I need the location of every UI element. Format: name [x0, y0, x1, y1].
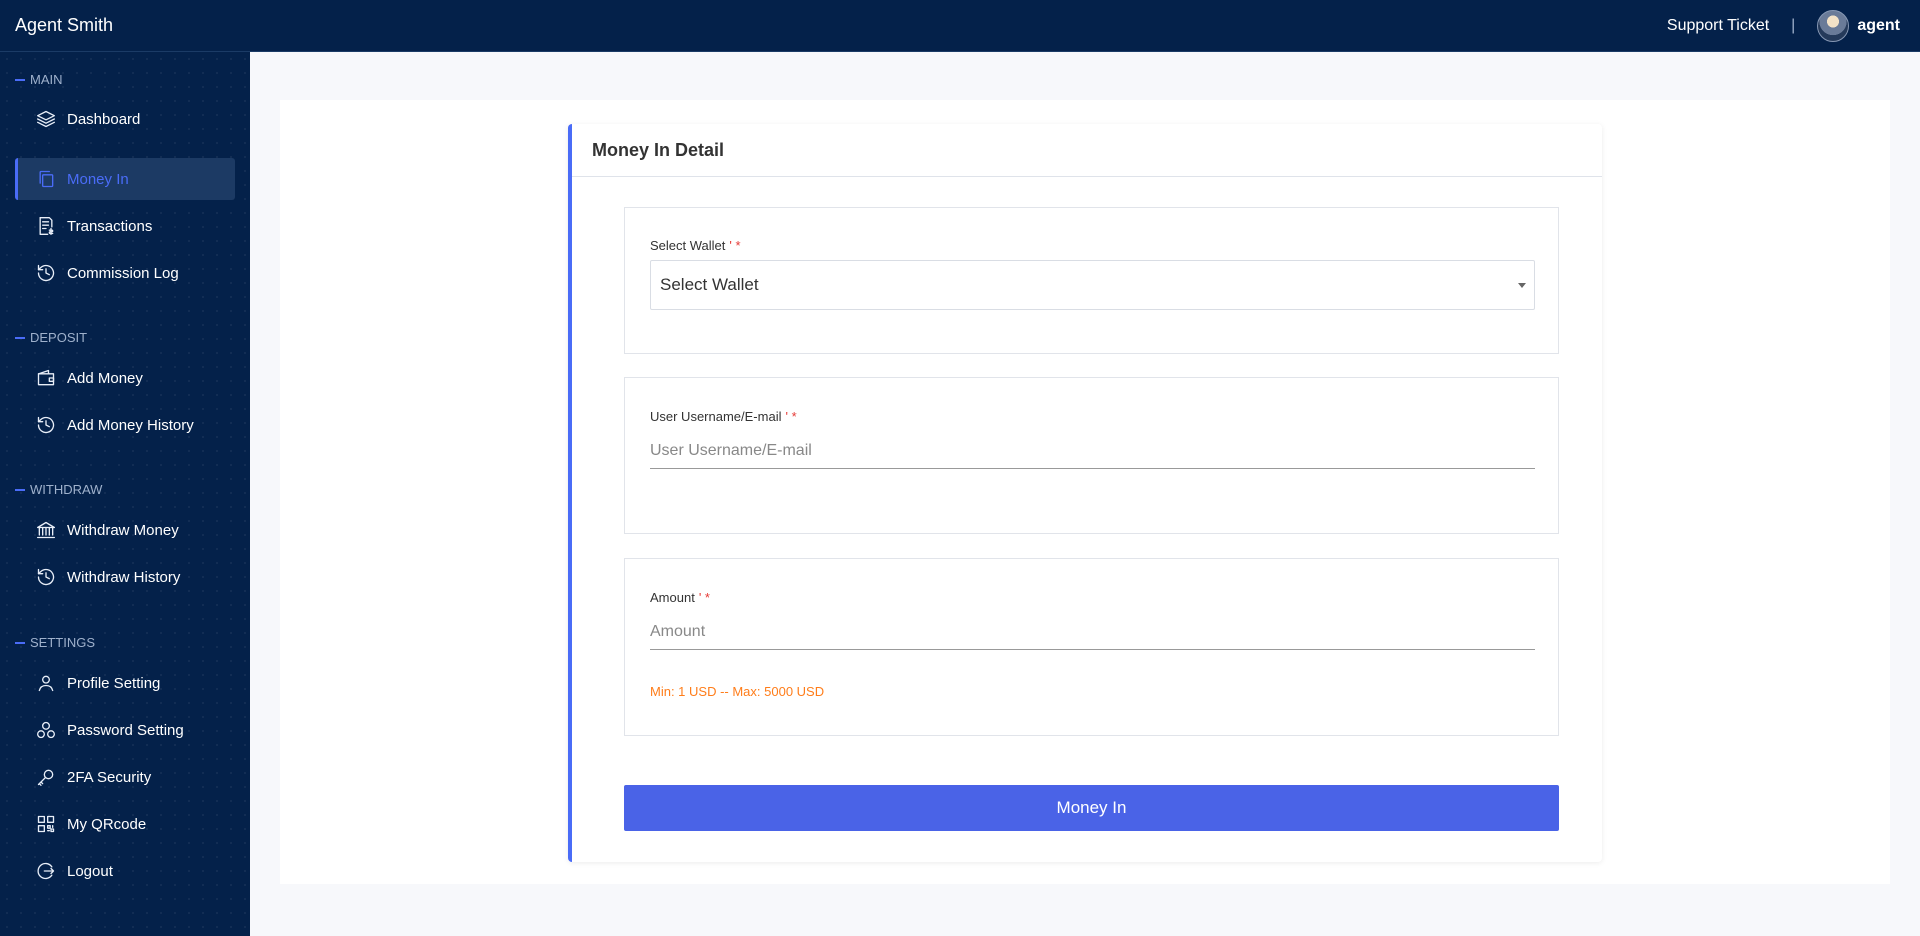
required-mark: ' *	[729, 238, 741, 253]
logout-icon	[35, 860, 57, 882]
sidebar-item-label: Dashboard	[67, 110, 141, 128]
caret-down-icon	[1518, 283, 1526, 288]
top-navbar: Agent Smith Support Ticket | agent	[0, 0, 1920, 52]
user-icon	[35, 672, 57, 694]
sidebar-item-my-qrcode[interactable]: My QRcode	[15, 803, 235, 845]
avatar[interactable]	[1817, 10, 1850, 42]
history-icon	[35, 566, 57, 588]
sidebar-item-label: Transactions	[67, 217, 153, 235]
sidebar-item-password-setting[interactable]: Password Setting	[15, 709, 235, 751]
sidebar-item-label: Commission Log	[67, 264, 179, 282]
sidebar-item-label: Add Money History	[67, 416, 194, 434]
sidebar-item-add-money[interactable]: Add Money	[15, 357, 235, 399]
receipt-icon	[35, 215, 57, 237]
key-icon	[35, 766, 57, 788]
sidebar-item-commission-log[interactable]: Commission Log	[15, 252, 235, 294]
sidebar-item-label: Withdraw History	[67, 568, 181, 586]
sidebar-section-main: MAIN	[15, 72, 63, 87]
top-right-menu: Support Ticket | agent	[1667, 0, 1900, 52]
user-label: User Username/E-mail ' *	[650, 409, 797, 424]
sidebar-item-logout[interactable]: Logout	[15, 850, 235, 892]
amount-label: Amount ' *	[650, 590, 710, 605]
section-label: SETTINGS	[30, 635, 96, 650]
section-label: DEPOSIT	[30, 330, 88, 345]
copy-icon	[35, 168, 57, 190]
circles-icon	[35, 719, 57, 741]
sidebar-item-label: Withdraw Money	[67, 521, 179, 539]
sidebar-section-deposit: DEPOSIT	[15, 330, 87, 345]
history-icon	[35, 414, 57, 436]
section-dash	[15, 78, 25, 81]
sidebar-item-money-in[interactable]: Money In	[15, 158, 235, 200]
section-label: WITHDRAW	[30, 482, 103, 497]
amount-label-text: Amount	[650, 590, 695, 605]
separator: |	[1791, 17, 1796, 34]
sidebar-item-label: Logout	[67, 862, 113, 880]
sidebar-item-add-money-history[interactable]: Add Money History	[15, 404, 235, 446]
sidebar-item-dashboard[interactable]: Dashboard	[15, 98, 235, 140]
sidebar: MAIN Dashboard Money In Transactions Com…	[0, 52, 250, 936]
bank-icon	[35, 519, 57, 541]
wallet-select-value: Select Wallet	[660, 275, 759, 294]
wallet-field-group: Select Wallet ' * Select Wallet	[624, 207, 1559, 354]
section-dash	[15, 336, 25, 339]
history-icon	[35, 262, 57, 284]
amount-limit-hint: Min: 1 USD -- Max: 5000 USD	[650, 684, 825, 699]
sidebar-item-transactions[interactable]: Transactions	[15, 205, 235, 247]
card-divider	[572, 176, 1602, 177]
section-label: MAIN	[30, 72, 63, 87]
wallet-label: Select Wallet ' *	[650, 238, 741, 253]
support-ticket-link[interactable]: Support Ticket	[1667, 17, 1769, 35]
brand-name[interactable]: Agent Smith	[15, 0, 113, 50]
money-in-form-card: Money In Detail Select Wallet ' * Select …	[568, 124, 1602, 862]
sidebar-item-withdraw-history[interactable]: Withdraw History	[15, 556, 235, 598]
sidebar-item-label: 2FA Security	[67, 768, 152, 786]
sidebar-section-withdraw: WITHDRAW	[15, 482, 102, 497]
sidebar-item-label: Add Money	[67, 369, 143, 387]
wallet-select[interactable]: Select Wallet	[650, 260, 1535, 310]
user-label-text: User Username/E-mail	[650, 409, 782, 424]
money-in-button[interactable]: Money In	[624, 785, 1559, 831]
sidebar-item-label: Money In	[67, 170, 129, 188]
card-title: Money In Detail	[592, 140, 725, 160]
sidebar-item-label: My QRcode	[67, 815, 147, 833]
layers-icon	[35, 108, 57, 130]
required-mark: ' *	[785, 409, 797, 424]
amount-field-group: Amount' * Min: 1 USD -- Max: 5000 USD	[624, 558, 1559, 736]
sidebar-section-settings: SETTINGS	[15, 635, 95, 650]
username-email-input[interactable]	[650, 433, 1535, 469]
wallet-label-text: Select Wallet	[650, 238, 726, 253]
sidebar-item-label: Profile Setting	[67, 674, 161, 692]
sidebar-item-label: Password Setting	[67, 721, 184, 739]
user-menu-name[interactable]: agent	[1857, 17, 1900, 35]
qrcode-icon	[35, 813, 57, 835]
sidebar-item-profile-setting[interactable]: Profile Setting	[15, 662, 235, 704]
amount-input[interactable]	[650, 614, 1535, 650]
sidebar-item-2fa-security[interactable]: 2FA Security	[15, 756, 235, 798]
section-dash	[15, 641, 25, 644]
required-mark: ' *	[698, 590, 710, 605]
user-field-group: User Username/E-mail ' *	[624, 377, 1559, 534]
wallet-icon	[35, 367, 57, 389]
sidebar-item-withdraw-money[interactable]: Withdraw Money	[15, 509, 235, 551]
section-dash	[15, 488, 25, 491]
